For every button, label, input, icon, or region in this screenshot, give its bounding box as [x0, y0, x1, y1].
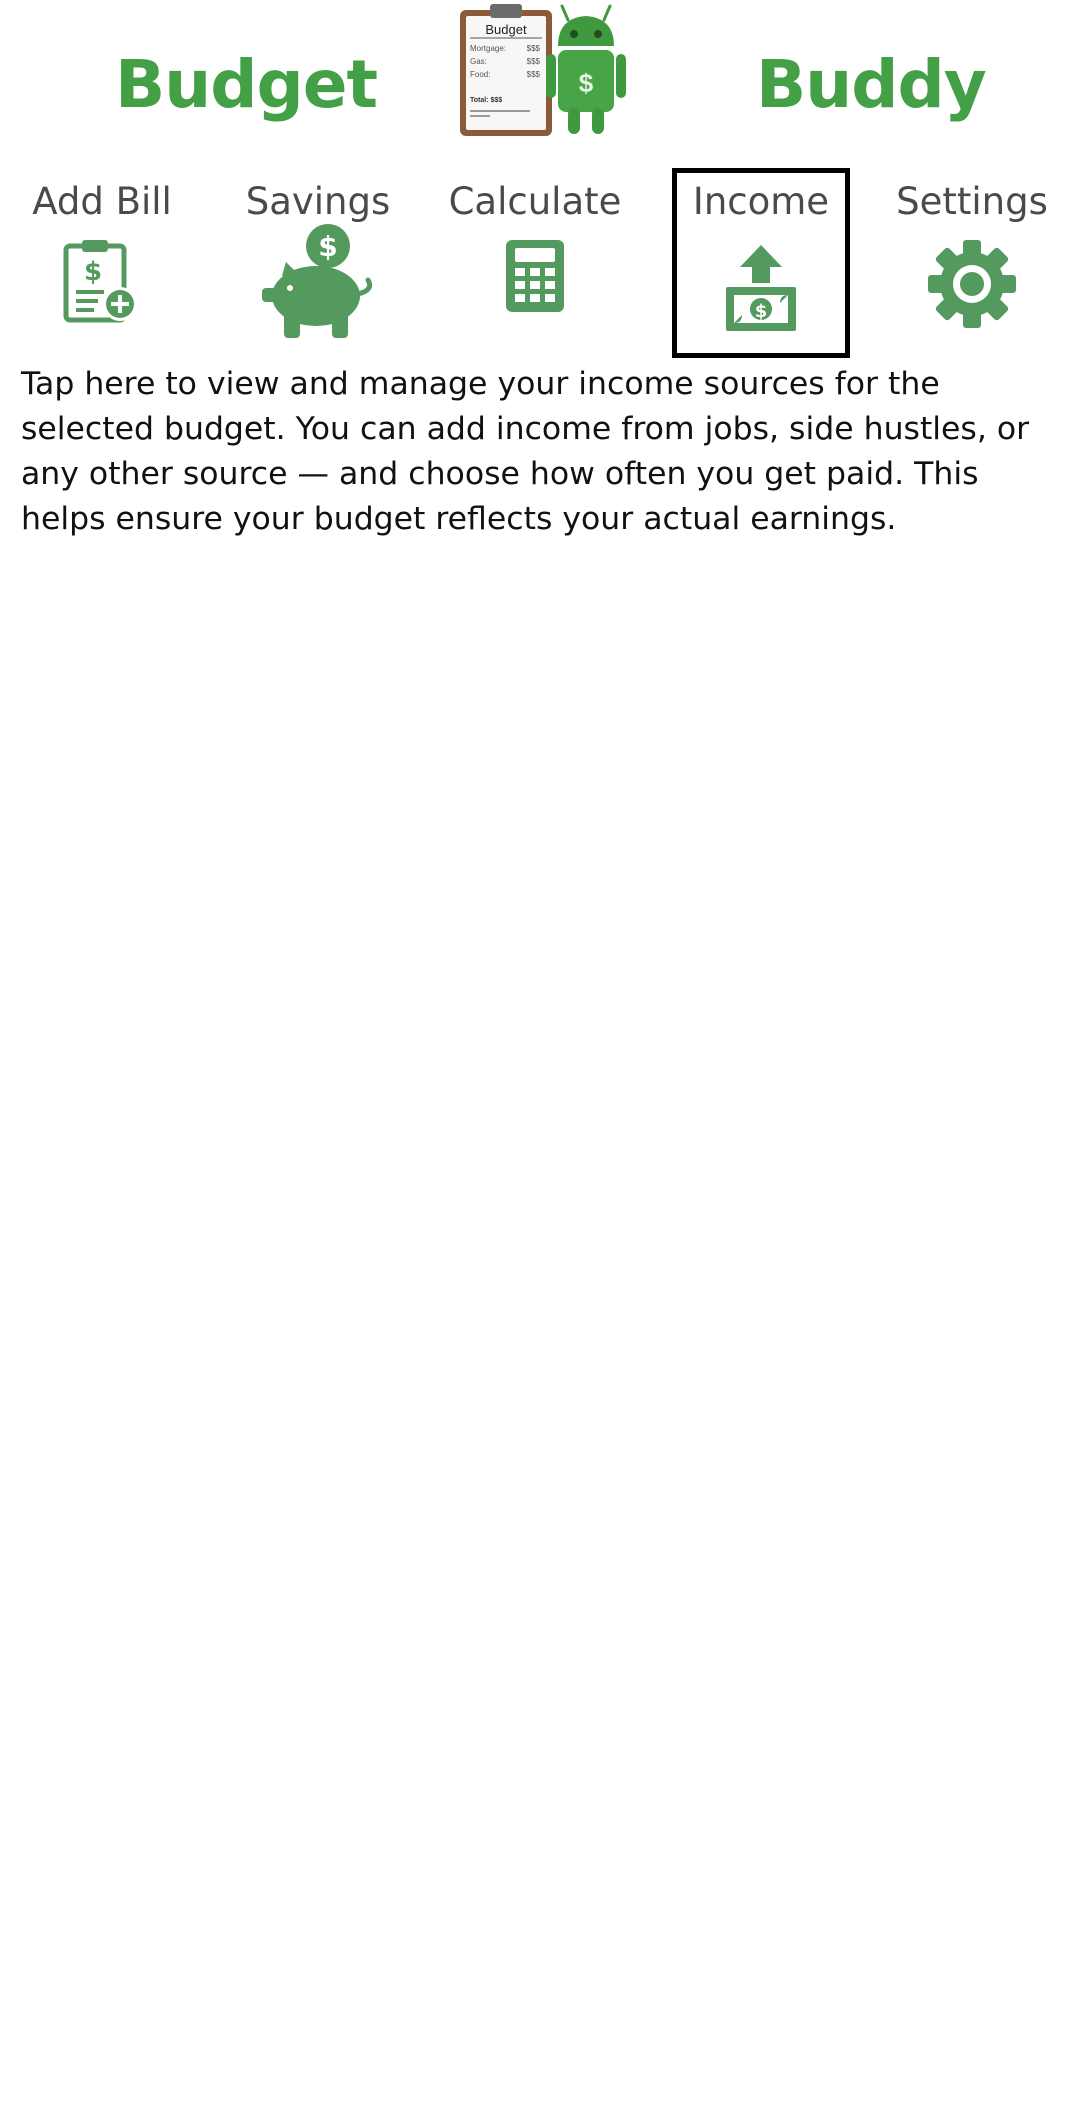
main-nav: Add Bill $ Savings $ Calculate Income $ …	[0, 168, 1080, 358]
nav-item-add-bill[interactable]: Add Bill $	[0, 168, 204, 358]
nav-item-savings[interactable]: Savings $	[216, 168, 420, 358]
income-help-text: Tap here to view and manage your income …	[21, 366, 1030, 537]
logo-row-label: Mortgage:	[470, 44, 506, 53]
nav-item-label: Income	[692, 180, 830, 223]
app-header: Budget Budget Mortgage: $$$ Gas: $$$ Foo…	[0, 0, 1080, 150]
svg-text:$: $	[84, 257, 102, 287]
logo-row-value: $$$	[527, 57, 541, 66]
logo-row-value: $$$	[527, 44, 541, 53]
gear-icon	[928, 240, 1016, 328]
nav-item-label: Calculate	[448, 180, 622, 223]
nav-item-label: Settings	[896, 180, 1048, 223]
calculator-icon	[506, 240, 564, 312]
logo-robot-badge: $	[579, 68, 594, 98]
logo-board-title: Budget	[485, 22, 527, 37]
logo-row-value: $$$	[527, 70, 541, 79]
nav-item-income[interactable]: Income $	[672, 168, 850, 358]
logo-row-label: Food:	[470, 70, 490, 79]
svg-text:$: $	[318, 230, 337, 263]
nav-item-settings[interactable]: Settings	[870, 168, 1074, 358]
piggy-bank-icon: $	[262, 224, 373, 338]
nav-item-calculate[interactable]: Calculate	[432, 168, 638, 358]
nav-item-label: Add Bill	[32, 180, 172, 223]
app-title-budget: Budget	[115, 46, 378, 123]
app-title-buddy: Buddy	[756, 46, 987, 123]
clipboard-dollar-add-icon: $	[63, 240, 137, 323]
logo-row-label: Gas:	[470, 57, 487, 66]
svg-text:$: $	[755, 301, 768, 322]
nav-item-label: Savings	[245, 180, 391, 223]
budget-clipboard-android-logo: Budget Mortgage: $$$ Gas: $$$ Food: $$$ …	[460, 4, 626, 136]
logo-total: Total: $$$	[470, 97, 502, 104]
money-upload-icon: $	[726, 245, 796, 331]
